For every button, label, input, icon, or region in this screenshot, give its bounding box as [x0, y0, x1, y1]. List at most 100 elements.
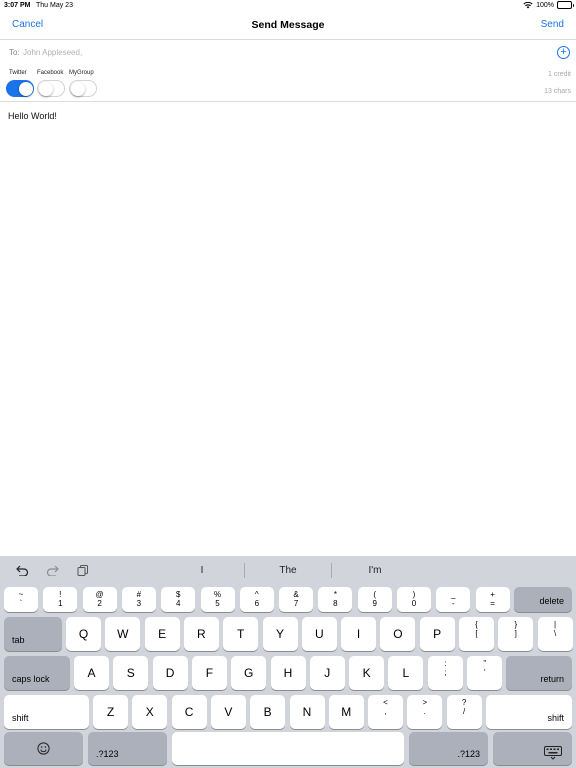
toggle-facebook[interactable]	[37, 80, 65, 97]
key-bottom-label: 7	[293, 599, 299, 608]
key-g[interactable]: G	[231, 656, 267, 690]
recipients-field[interactable]: John Appleseed,	[23, 48, 82, 57]
key-label: S	[126, 666, 135, 680]
key-symbol[interactable]: ~ `	[4, 587, 38, 612]
key-label: Q	[78, 627, 89, 641]
key-1[interactable]: ! 1	[43, 587, 78, 612]
key-p[interactable]: P	[419, 617, 455, 651]
key-d[interactable]: D	[152, 656, 188, 690]
space-key[interactable]	[172, 732, 404, 765]
key-e[interactable]: E	[144, 617, 180, 651]
key-5[interactable]: % 5	[200, 587, 235, 612]
key-label: Z	[106, 705, 115, 719]
redo-icon[interactable]	[46, 565, 60, 579]
key-label: A	[87, 666, 96, 680]
key-label: P	[433, 627, 442, 641]
suggestion-2[interactable]: The	[245, 565, 331, 576]
emoji-key[interactable]	[4, 732, 83, 765]
key-label: K	[362, 666, 371, 680]
keyboard: I The I'm ~ `! 1 @2 #3 $4% 5 ^ 6 & 7 * 8(9) 0 _ - + = dele…	[0, 556, 576, 768]
emoji-icon	[4, 732, 83, 765]
delete-key[interactable]: delete	[514, 587, 572, 612]
key-period[interactable]: >.	[407, 695, 443, 729]
key-symbol[interactable]: | \	[537, 617, 573, 651]
key-symbol[interactable]: _ -	[436, 587, 471, 612]
battery-percent: 100%	[536, 1, 554, 9]
undo-icon[interactable]	[15, 565, 29, 579]
key-y[interactable]: Y	[262, 617, 298, 651]
key-symbol[interactable]: {[	[459, 617, 494, 651]
key-semicolon[interactable]: :;	[428, 656, 463, 690]
message-body[interactable]: Hello World!	[8, 111, 57, 121]
key-label: J	[324, 666, 331, 680]
key-f[interactable]: F	[191, 656, 227, 690]
numbers-key[interactable]: .?123	[88, 732, 167, 765]
key-comma[interactable]: <,	[368, 695, 403, 729]
key-n[interactable]: N	[289, 695, 325, 729]
key-label: D	[165, 666, 175, 680]
key-top-label: *	[333, 590, 337, 599]
key-q[interactable]: Q	[66, 617, 101, 651]
key-l[interactable]: L	[388, 656, 424, 690]
return-key[interactable]: return	[506, 656, 572, 690]
tab-key[interactable]: tab	[4, 617, 62, 651]
key-9[interactable]: (9	[357, 587, 392, 612]
key-0[interactable]: ) 0	[397, 587, 431, 612]
caps-lock-key[interactable]: caps lock	[4, 656, 70, 690]
key-x[interactable]: X	[132, 695, 168, 729]
key-top-label: ?	[461, 698, 467, 707]
key-t[interactable]: T	[223, 617, 259, 651]
send-button[interactable]: Send	[541, 19, 564, 30]
key-slash[interactable]: ? /	[446, 695, 482, 729]
suggestion-1[interactable]: I	[159, 565, 245, 576]
key-top-label: }	[514, 620, 518, 629]
paste-icon[interactable]	[77, 565, 89, 579]
key-r[interactable]: R	[183, 617, 219, 651]
key-8[interactable]: * 8	[318, 587, 353, 612]
toggle-mygroup[interactable]	[69, 80, 97, 97]
key-i[interactable]: I	[341, 617, 377, 651]
key-bottom-label: 8	[333, 599, 338, 608]
key-u[interactable]: U	[301, 617, 337, 651]
key-label: G	[244, 666, 254, 680]
key-k[interactable]: K	[349, 656, 385, 690]
key-z[interactable]: Z	[93, 695, 128, 729]
key-a[interactable]: A	[74, 656, 109, 690]
key-top-label: !	[59, 590, 62, 599]
key-6[interactable]: ^ 6	[239, 587, 274, 612]
key-bottom-label: \	[553, 629, 557, 638]
key-bottom-label: 1	[58, 599, 63, 608]
add-recipient-button[interactable]: +	[557, 46, 570, 59]
key-b[interactable]: B	[250, 695, 286, 729]
key-bottom-label: 2	[97, 599, 102, 608]
key-symbol[interactable]: + =	[475, 587, 510, 612]
key-bottom-label: 5	[215, 599, 220, 608]
key-h[interactable]: H	[270, 656, 306, 690]
key-quote[interactable]: " '	[467, 656, 503, 690]
status-time: 3:07 PM	[4, 2, 31, 9]
key-label: shift	[547, 713, 564, 723]
key-s[interactable]: S	[113, 656, 149, 690]
key-2[interactable]: @2	[82, 587, 117, 612]
hide-keyboard-key[interactable]	[493, 732, 572, 765]
key-7[interactable]: & 7	[279, 587, 314, 612]
key-bottom-label: 0	[411, 599, 417, 608]
key-label: F	[205, 666, 214, 680]
key-label: R	[197, 627, 206, 641]
service-label-facebook: Facebook	[37, 70, 64, 76]
shift-left-key[interactable]: shift	[4, 695, 89, 729]
key-o[interactable]: O	[380, 617, 416, 651]
shift-right-key[interactable]: shift	[486, 695, 572, 729]
key-j[interactable]: J	[309, 656, 345, 690]
key-m[interactable]: M	[328, 695, 364, 729]
key-4[interactable]: $4	[161, 587, 196, 612]
numbers-key-right[interactable]: .?123	[409, 732, 488, 765]
key-c[interactable]: C	[171, 695, 207, 729]
suggestion-3[interactable]: I'm	[332, 565, 418, 576]
key-top-label: @	[95, 590, 104, 599]
key-3[interactable]: #3	[121, 587, 156, 612]
key-w[interactable]: W	[105, 617, 141, 651]
toggle-twitter[interactable]	[6, 80, 34, 97]
key-v[interactable]: V	[210, 695, 246, 729]
key-symbol[interactable]: }]	[498, 617, 534, 651]
